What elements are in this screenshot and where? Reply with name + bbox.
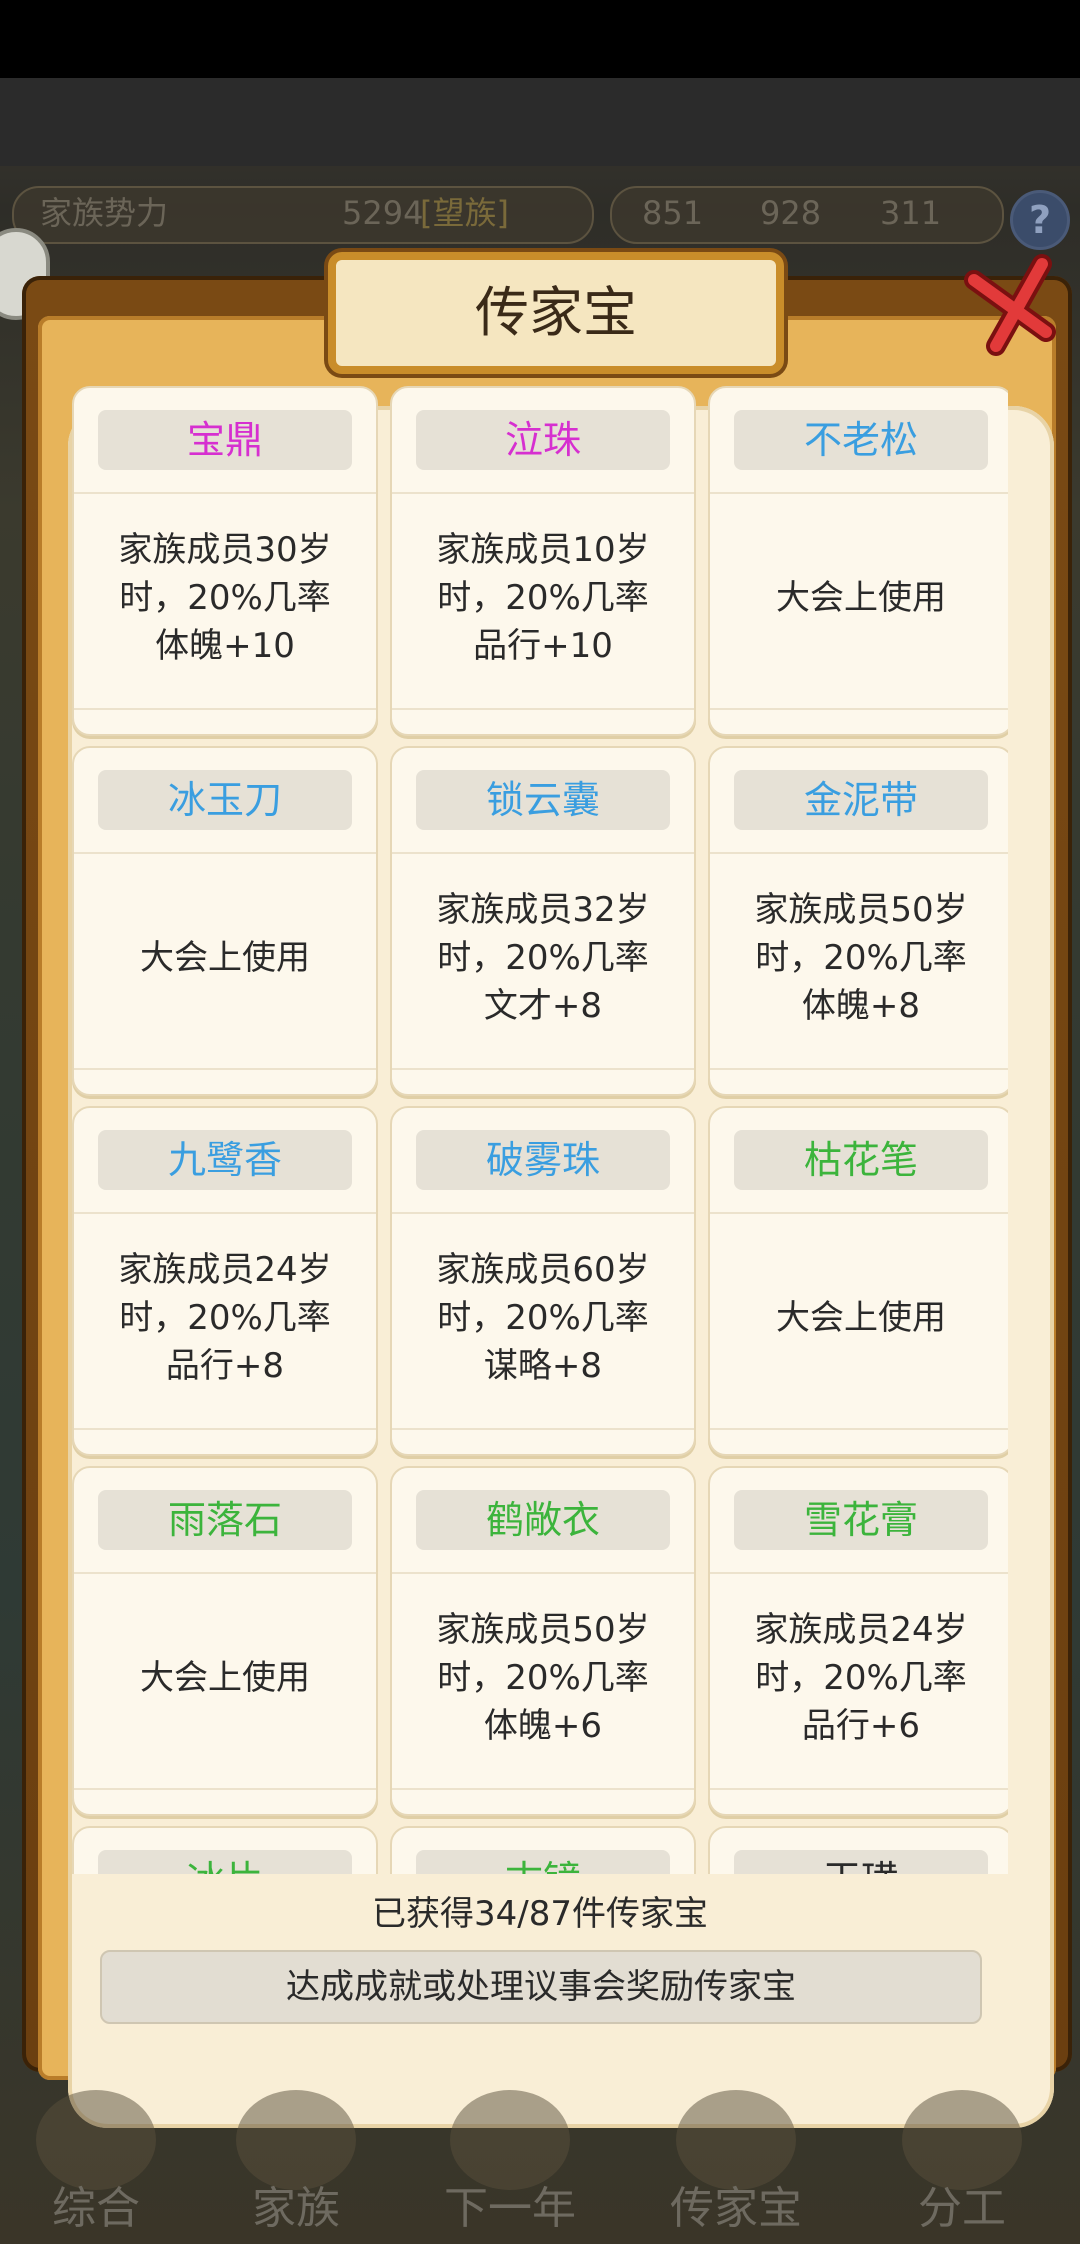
- heirloom-description: 家族成员50岁 时，20%几率 体魄+6: [436, 1610, 650, 1746]
- nav-label: 家族: [252, 2183, 340, 2234]
- heirloom-name: 冰玉刀: [98, 770, 352, 830]
- heirloom-card[interactable]: 泣珠家族成员10岁 时，20%几率 品行+10: [390, 386, 696, 736]
- close-button[interactable]: [956, 250, 1066, 360]
- heirloom-description: 大会上使用: [776, 1298, 946, 1338]
- card-footline: [710, 1788, 1008, 1790]
- card-footline: [392, 1428, 694, 1430]
- bottom-nav: 综合 家族 下一年 传家宝 分工: [0, 2090, 1080, 2244]
- card-divider: [710, 1212, 1008, 1214]
- heirloom-description: 家族成员10岁 时，20%几率 品行+10: [436, 530, 650, 666]
- heirloom-name: 鹤敞衣: [416, 1490, 670, 1550]
- nav-item[interactable]: 综合: [0, 2090, 196, 2244]
- card-divider: [74, 492, 376, 494]
- card-footline: [74, 1428, 376, 1430]
- heirloom-card[interactable]: 金泥带家族成员50岁 时，20%几率 体魄+8: [708, 746, 1008, 1096]
- nav-item[interactable]: 传家宝: [636, 2090, 836, 2244]
- top-strip: [0, 78, 1080, 166]
- nav-item[interactable]: 下一年: [410, 2090, 610, 2244]
- family-power-label: 家族势力: [40, 194, 169, 232]
- nav-label: 分工: [918, 2183, 1006, 2234]
- heirloom-description: 大会上使用: [140, 938, 310, 978]
- nav-label: 综合: [52, 2183, 140, 2234]
- heirloom-description: 家族成员50岁 时，20%几率 体魄+8: [754, 890, 968, 1026]
- heirloom-description: 大会上使用: [776, 578, 946, 618]
- heirloom-name: 不老松: [734, 410, 988, 470]
- heirloom-description: 家族成员24岁 时，20%几率 品行+8: [118, 1250, 332, 1386]
- heirloom-grid[interactable]: 宝鼎 家族成员30岁 时，20%几率 体魄+10 泣珠 家族成员10岁 时，20%几率…: [48, 386, 1008, 1874]
- nav-item[interactable]: 家族: [196, 2090, 396, 2244]
- card-footline: [710, 708, 1008, 710]
- heirloom-description: 家族成员32岁 时，20%几率 文才+8: [436, 890, 650, 1026]
- rank-badge: [望族]: [420, 194, 509, 232]
- card-footline: [392, 1068, 694, 1070]
- heirloom-description: 家族成员24岁 时，20%几率 品行+6: [754, 1610, 968, 1746]
- card-divider: [74, 1212, 376, 1214]
- nav-label: 下一年: [444, 2183, 576, 2234]
- heirloom-card[interactable]: 九鹭香家族成员24岁 时，20%几率 品行+8: [72, 1106, 378, 1456]
- card-footline: [392, 708, 694, 710]
- heirloom-description: 家族成员60岁 时，20%几率 谋略+8: [436, 1250, 650, 1386]
- heirloom-name: 雪花膏: [734, 1490, 988, 1550]
- resource-3-value: 311: [880, 194, 942, 232]
- nav-item[interactable]: 分工: [862, 2090, 1062, 2244]
- resource-1-value: 851: [642, 194, 704, 232]
- family-power-value: 5294: [342, 194, 424, 232]
- card-footline: [74, 1068, 376, 1070]
- heirloom-name: 锁云囊: [416, 770, 670, 830]
- heirloom-description: 家族成员30岁 时，20%几率 体魄+10: [118, 530, 332, 666]
- heirloom-name: 古镜: [416, 1850, 670, 1874]
- heirloom-name: 冰片: [98, 1850, 352, 1874]
- card-divider: [392, 1212, 694, 1214]
- heirloom-name: 金泥带: [734, 770, 988, 830]
- card-footline: [74, 708, 376, 710]
- heirloom-name: 雨落石: [98, 1490, 352, 1550]
- status-bar: [0, 0, 1080, 78]
- card-divider: [74, 1572, 376, 1574]
- heirloom-name: 玉璜: [734, 1850, 988, 1874]
- heirloom-description: 大会上使用: [140, 1658, 310, 1698]
- card-divider: [710, 492, 1008, 494]
- heirloom-card[interactable]: 冰玉刀 大会上使用: [72, 746, 378, 1096]
- heirloom-card[interactable]: 雨落石 大会上使用: [72, 1466, 378, 1816]
- family-info-bar: 家族势力 5294 [望族] 851 928 311: [12, 182, 1072, 244]
- heirloom-card[interactable]: 宝鼎家族成员30岁 时，20%几率 体魄+10: [72, 386, 378, 736]
- heirloom-name: 泣珠: [416, 410, 670, 470]
- card-divider: [74, 852, 376, 854]
- heirloom-name: 宝鼎: [98, 410, 352, 470]
- card-footline: [710, 1068, 1008, 1070]
- heirloom-card[interactable]: 锁云囊家族成员32岁 时，20%几率 文才+8: [390, 746, 696, 1096]
- heirloom-card[interactable]: 玉璜: [708, 1826, 1008, 1874]
- nav-label: 传家宝: [670, 2183, 802, 2234]
- heirloom-card[interactable]: 古镜: [390, 1826, 696, 1874]
- heirloom-card[interactable]: 雪花膏家族成员24岁 时，20%几率 品行+6: [708, 1466, 1008, 1816]
- achievement-reward-button[interactable]: 达成成就或处理议事会奖励传家宝: [100, 1950, 982, 2024]
- close-icon: [964, 254, 1056, 356]
- heirloom-card[interactable]: 鹤敞衣家族成员50岁 时，20%几率 体魄+6: [390, 1466, 696, 1816]
- card-divider: [392, 492, 694, 494]
- heirloom-card[interactable]: 冰片: [72, 1826, 378, 1874]
- resource-2-value: 928: [760, 194, 822, 232]
- modal-title: 传家宝: [328, 252, 784, 374]
- help-icon[interactable]: ?: [1010, 190, 1070, 250]
- heirloom-card[interactable]: 破雾珠家族成员60岁 时，20%几率 谋略+8: [390, 1106, 696, 1456]
- card-divider: [710, 1572, 1008, 1574]
- card-footline: [74, 1788, 376, 1790]
- heirloom-card[interactable]: 不老松 大会上使用: [708, 386, 1008, 736]
- card-divider: [710, 852, 1008, 854]
- heirloom-name: 九鹭香: [98, 1130, 352, 1190]
- heirloom-card[interactable]: 枯花笔 大会上使用: [708, 1106, 1008, 1456]
- collected-count: 已获得34/87件传家宝: [372, 1894, 708, 1934]
- card-footline: [392, 1788, 694, 1790]
- card-divider: [392, 852, 694, 854]
- heirloom-name: 破雾珠: [416, 1130, 670, 1190]
- card-footline: [710, 1428, 1008, 1430]
- heirloom-name: 枯花笔: [734, 1130, 988, 1190]
- card-divider: [392, 1572, 694, 1574]
